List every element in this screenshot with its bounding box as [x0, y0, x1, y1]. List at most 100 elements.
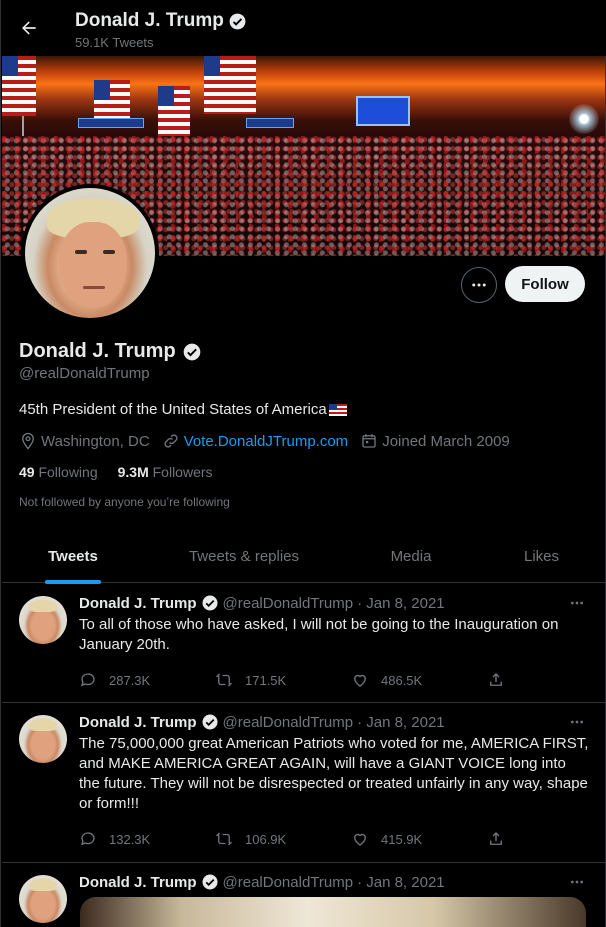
- tweet-author-name[interactable]: Donald J. Trump: [79, 714, 197, 731]
- profile-bio: 45th President of the United States of A…: [19, 401, 347, 418]
- following-link[interactable]: 49 Following: [19, 464, 98, 480]
- more-options-button[interactable]: [461, 267, 497, 303]
- tweet-media[interactable]: [80, 897, 586, 927]
- tweet-avatar[interactable]: [19, 596, 67, 644]
- us-flag-emoji: [328, 403, 347, 416]
- more-icon: [472, 283, 486, 287]
- tweet-date[interactable]: · Jan 8, 2021: [357, 874, 445, 891]
- retweet-count: 171.5K: [245, 672, 287, 688]
- more-icon: [571, 601, 583, 605]
- verified-badge-icon: [183, 343, 201, 360]
- like-count: 415.9K: [381, 831, 423, 847]
- tweet-author-name[interactable]: Donald J. Trump: [79, 595, 197, 612]
- verified-badge-icon: [202, 714, 218, 730]
- tweet-author-handle[interactable]: @realDonaldTrump: [223, 595, 354, 612]
- tab-media[interactable]: Media: [344, 530, 478, 583]
- tweet-more-button[interactable]: [567, 713, 587, 731]
- reply-count: 287.3K: [109, 672, 151, 688]
- profile-meta: Washington, DC Vote.DonaldJTrump.com Joi…: [19, 432, 522, 450]
- banner-flag: [94, 80, 130, 120]
- tweet[interactable]: Donald J. Trump @realDonaldTrump · Jan 8…: [2, 863, 605, 927]
- reply-button[interactable]: 287.3K: [79, 671, 215, 689]
- retweet-button[interactable]: 106.9K: [215, 830, 351, 848]
- like-button[interactable]: 415.9K: [351, 830, 487, 848]
- like-icon: [354, 833, 366, 846]
- banner-screen: [356, 96, 410, 126]
- share-icon: [490, 832, 502, 845]
- reply-button[interactable]: 132.3K: [79, 830, 215, 848]
- tweet[interactable]: Donald J. Trump @realDonaldTrump · Jan 8…: [2, 703, 605, 863]
- followers-link[interactable]: 9.3M Followers: [118, 464, 213, 480]
- like-count: 486.5K: [381, 672, 423, 688]
- website-link[interactable]: Vote.DonaldJTrump.com: [184, 433, 349, 450]
- tab-likes[interactable]: Likes: [478, 530, 605, 583]
- verified-badge-icon: [202, 874, 218, 890]
- verified-badge-icon: [229, 13, 246, 29]
- retweet-icon: [215, 673, 233, 687]
- tweet-date[interactable]: · Jan 8, 2021: [357, 714, 445, 731]
- avatar-mouth: [83, 286, 105, 289]
- tweet-header: Donald J. Trump @realDonaldTrump · Jan 8…: [79, 873, 445, 891]
- profile-bio-text: 45th President of the United States of A…: [19, 401, 327, 418]
- joined-text: Joined March 2009: [382, 432, 510, 450]
- profile-name-text: Donald J. Trump: [19, 340, 176, 362]
- share-button[interactable]: [487, 830, 505, 848]
- tab-tweets-replies[interactable]: Tweets & replies: [144, 530, 344, 583]
- profile-handle: @realDonaldTrump: [19, 365, 150, 382]
- banner-sign: [78, 118, 144, 128]
- link-icon: [164, 434, 178, 448]
- follow-counts: 49 Following 9.3M Followers: [19, 464, 213, 480]
- banner-flag: [2, 56, 36, 116]
- avatar-face: [59, 222, 127, 308]
- retweet-icon: [215, 832, 233, 846]
- tweet-author-handle[interactable]: @realDonaldTrump: [223, 874, 354, 891]
- header-tweet-count: 59.1K Tweets: [75, 35, 154, 50]
- share-icon: [490, 673, 502, 686]
- profile-website: Vote.DonaldJTrump.com: [162, 432, 349, 450]
- banner-flag: [204, 56, 256, 114]
- header-title: Donald J. Trump: [75, 10, 247, 32]
- followers-label: Followers: [152, 464, 213, 480]
- more-icon: [571, 880, 583, 884]
- profile-avatar[interactable]: [21, 184, 159, 322]
- reply-icon: [80, 832, 95, 846]
- back-button[interactable]: [13, 12, 45, 44]
- retweet-button[interactable]: 171.5K: [215, 671, 351, 689]
- profile-location: Washington, DC: [19, 432, 150, 450]
- location-text: Washington, DC: [41, 432, 150, 450]
- tweet-actions: 287.3K 171.5K 486.5K: [79, 671, 509, 689]
- stage-light: [569, 104, 599, 134]
- header-name: Donald J. Trump: [75, 10, 224, 31]
- tweet-avatar[interactable]: [19, 715, 67, 763]
- tweet-text: To all of those who have asked, I will n…: [79, 616, 559, 653]
- following-count: 49: [19, 464, 35, 480]
- location-icon: [22, 432, 34, 450]
- top-bar: Donald J. Trump 59.1K Tweets: [1, 0, 606, 56]
- tab-tweets[interactable]: Tweets: [2, 530, 144, 583]
- tweet-header: Donald J. Trump @realDonaldTrump · Jan 8…: [79, 594, 445, 612]
- follow-button[interactable]: Follow: [505, 266, 585, 302]
- tweet-actions: 132.3K 106.9K 415.9K: [79, 830, 509, 848]
- tweet-more-button[interactable]: [567, 873, 587, 891]
- banner-flag: [158, 86, 190, 136]
- tweet-avatar[interactable]: [19, 875, 67, 923]
- back-arrow-icon: [22, 21, 36, 35]
- followers-count: 9.3M: [117, 464, 149, 480]
- profile-name: Donald J. Trump: [19, 340, 202, 363]
- reply-count: 132.3K: [109, 831, 151, 847]
- more-icon: [571, 720, 583, 724]
- tweet[interactable]: Donald J. Trump @realDonaldTrump · Jan 8…: [2, 584, 605, 703]
- tweet-author-name[interactable]: Donald J. Trump: [79, 874, 197, 891]
- tweet-text: The 75,000,000 great American Patriots w…: [79, 735, 589, 812]
- tweet-date[interactable]: · Jan 8, 2021: [357, 595, 445, 612]
- followed-by-note: Not followed by anyone you’re following: [19, 495, 230, 509]
- tweet-author-handle[interactable]: @realDonaldTrump: [223, 714, 354, 731]
- avatar-eye: [75, 250, 87, 254]
- tweet-more-button[interactable]: [567, 594, 587, 612]
- retweet-count: 106.9K: [245, 831, 287, 847]
- profile-tabs: Tweets Tweets & replies Media Likes: [2, 530, 605, 583]
- like-button[interactable]: 486.5K: [351, 671, 487, 689]
- verified-badge-icon: [202, 595, 218, 611]
- banner-sign: [246, 118, 294, 128]
- share-button[interactable]: [487, 671, 505, 689]
